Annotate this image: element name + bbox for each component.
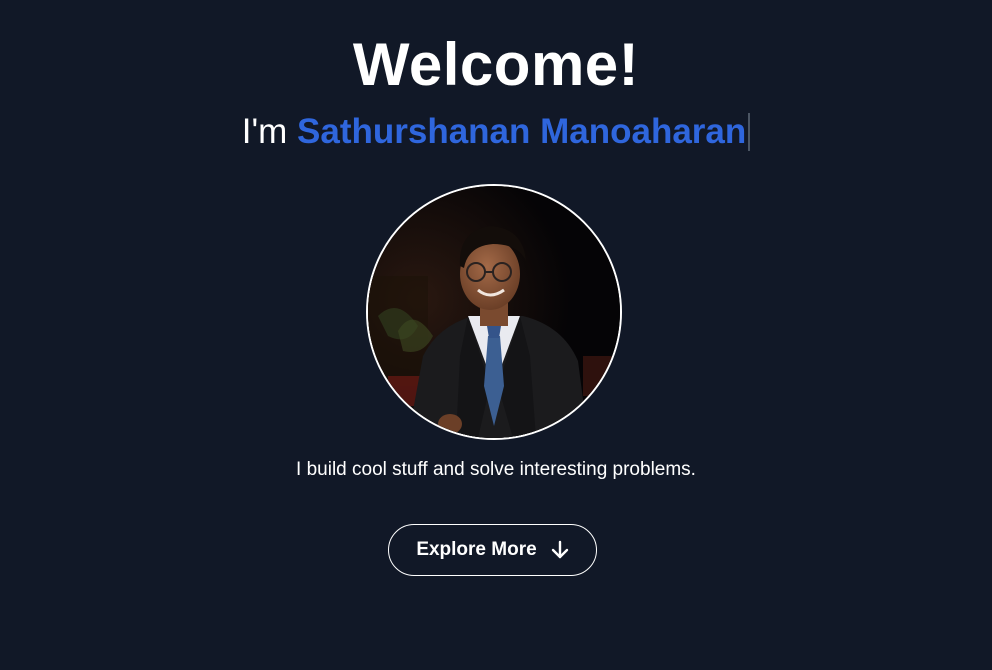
explore-more-button[interactable]: Explore More [388,524,597,576]
explore-more-label: Explore More [416,539,537,560]
intro-line: I'm Sathurshanan Manoaharan [0,111,992,153]
typed-name: Sathurshanan Manoaharan [297,112,747,151]
hero-section: Welcome! I'm Sathurshanan Manoaharan I b… [0,0,992,670]
arrow-down-icon [551,540,569,560]
intro-prefix: I'm [241,112,298,151]
tagline: I build cool stuff and solve interesting… [296,459,696,480]
page-title: Welcome! [352,31,640,98]
typing-cursor [748,113,751,151]
profile-photo [366,184,622,440]
profile-photo-illustration [368,186,620,438]
